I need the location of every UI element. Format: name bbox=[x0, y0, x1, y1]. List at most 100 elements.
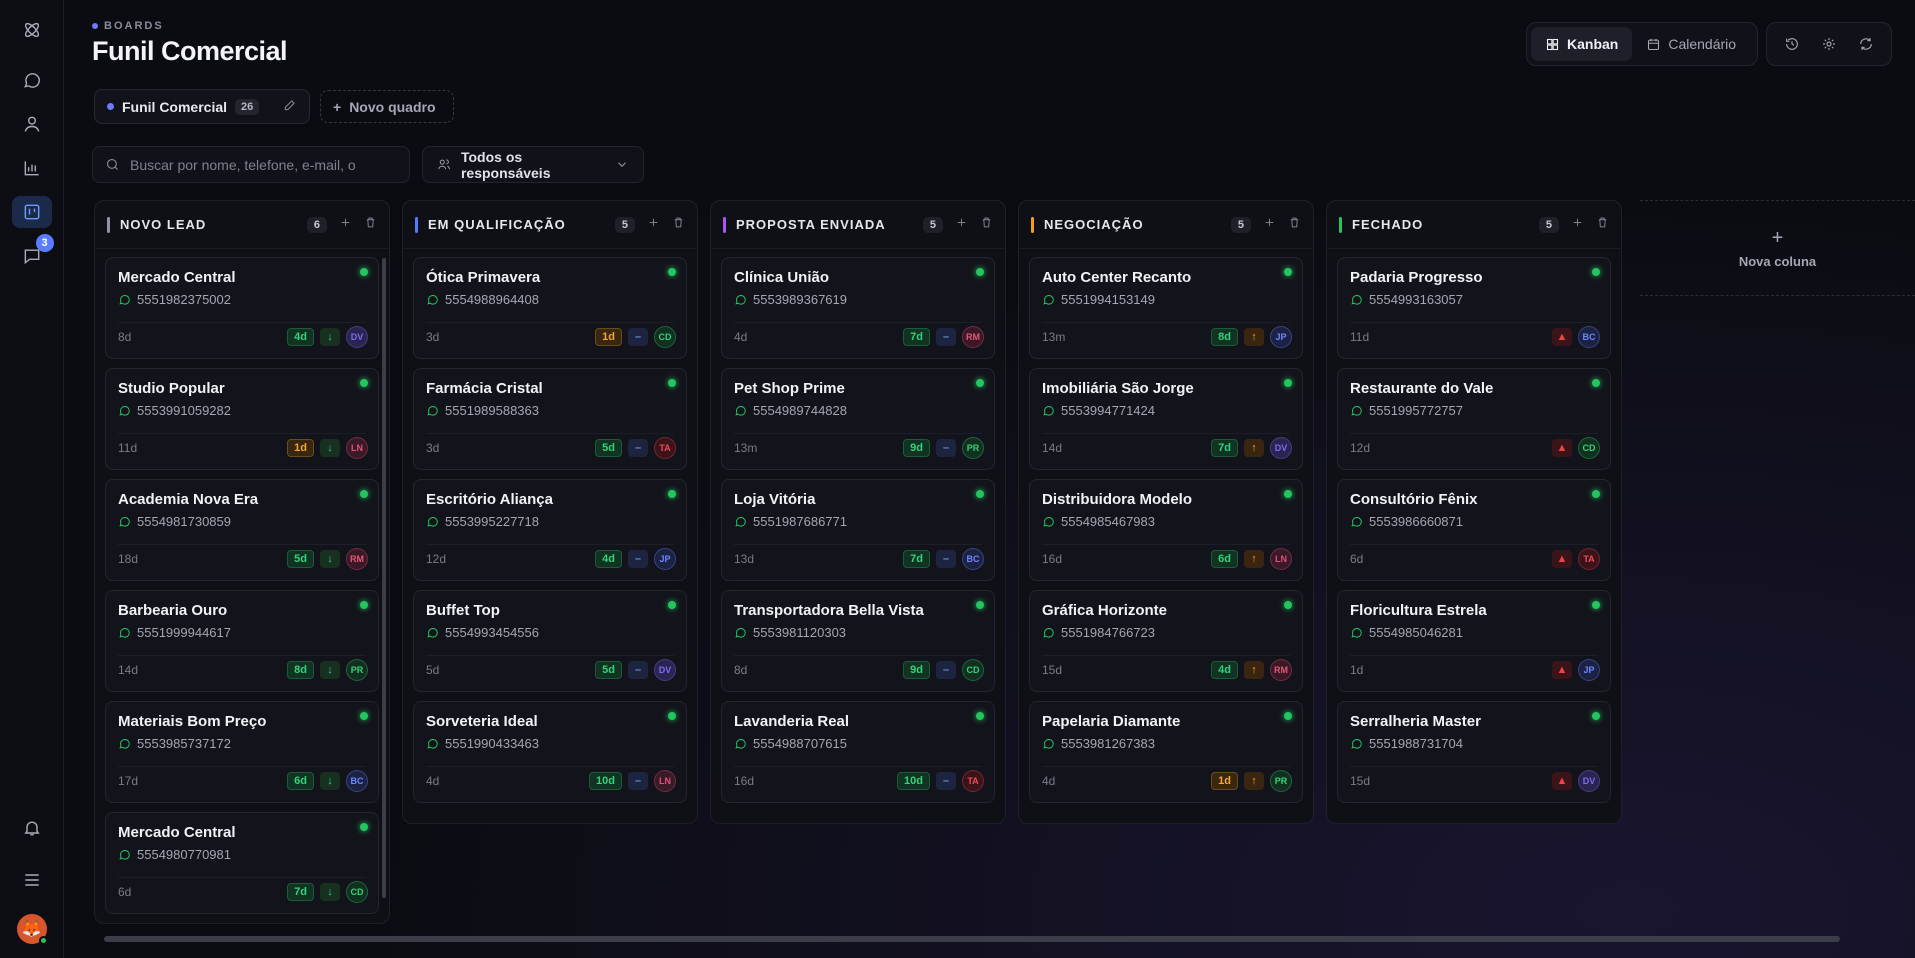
messages-icon[interactable]: 3 bbox=[12, 234, 54, 272]
gear-icon[interactable] bbox=[1813, 28, 1845, 60]
lead-card[interactable]: Mercado Central 5551982375002 8d 4d ↓ DV bbox=[105, 257, 379, 359]
trash-icon[interactable] bbox=[1596, 216, 1609, 234]
menu-icon[interactable] bbox=[12, 864, 52, 896]
lead-phone-number: 5554985467983 bbox=[1061, 514, 1155, 529]
card-footer: 11d ▲ BC bbox=[1350, 326, 1600, 348]
lead-card[interactable]: Transportadora Bella Vista 5553981120303… bbox=[721, 590, 995, 692]
lead-card[interactable]: Restaurante do Vale 5551995772757 12d ▲ … bbox=[1337, 368, 1611, 470]
lead-card[interactable]: Farmácia Cristal 5551989588363 3d 5d – T… bbox=[413, 368, 687, 470]
assignee-avatar[interactable]: CD bbox=[654, 326, 676, 348]
assignee-avatar[interactable]: TA bbox=[962, 770, 984, 792]
assignee-avatar[interactable]: RM bbox=[346, 548, 368, 570]
lead-card[interactable]: Mercado Central 5554980770981 6d 7d ↓ CD bbox=[105, 812, 379, 914]
assignee-avatar[interactable]: BC bbox=[346, 770, 368, 792]
lead-card[interactable]: Academia Nova Era 5554981730859 18d 5d ↓… bbox=[105, 479, 379, 581]
user-avatar[interactable]: 🦊 bbox=[16, 914, 48, 945]
assignee-avatar[interactable]: DV bbox=[654, 659, 676, 681]
trash-icon[interactable] bbox=[980, 216, 993, 234]
lead-card[interactable]: Buffet Top 5554993454556 5d 5d – DV bbox=[413, 590, 687, 692]
new-column-button[interactable]: + Nova coluna bbox=[1640, 200, 1915, 296]
days-in-stage-badge: 5d bbox=[595, 439, 622, 457]
responsible-filter[interactable]: Todos os responsáveis bbox=[422, 146, 644, 183]
assignee-avatar[interactable]: LN bbox=[1270, 548, 1292, 570]
history-icon[interactable] bbox=[1776, 28, 1808, 60]
assignee-avatar[interactable]: CD bbox=[962, 659, 984, 681]
lead-card[interactable]: Auto Center Recanto 5551994153149 13m 8d… bbox=[1029, 257, 1303, 359]
assignee-avatar[interactable]: CD bbox=[1578, 437, 1600, 459]
lead-card[interactable]: Materiais Bom Preço 5553985737172 17d 6d… bbox=[105, 701, 379, 803]
lead-card[interactable]: Loja Vitória 5551987686771 13d 7d – BC bbox=[721, 479, 995, 581]
view-calendar-button[interactable]: Calendário bbox=[1632, 27, 1750, 61]
lead-card[interactable]: Padaria Progresso 5554993163057 11d ▲ BC bbox=[1337, 257, 1611, 359]
add-card-icon[interactable] bbox=[955, 216, 968, 234]
card-divider bbox=[734, 544, 982, 545]
lead-card[interactable]: Imobiliária São Jorge 5553994771424 14d … bbox=[1029, 368, 1303, 470]
whatsapp-icon bbox=[119, 627, 130, 638]
assignee-avatar[interactable]: PR bbox=[962, 437, 984, 459]
lead-card[interactable]: Clínica União 5553989367619 4d 7d – RM bbox=[721, 257, 995, 359]
assignee-avatar[interactable]: JP bbox=[1270, 326, 1292, 348]
lead-card[interactable]: Escritório Aliança 5553995227718 12d 4d … bbox=[413, 479, 687, 581]
lead-card[interactable]: Pet Shop Prime 5554989744828 13m 9d – PR bbox=[721, 368, 995, 470]
assignee-avatar[interactable]: BC bbox=[962, 548, 984, 570]
assignee-avatar[interactable]: JP bbox=[654, 548, 676, 570]
lead-card[interactable]: Sorveteria Ideal 5551990433463 4d 10d – … bbox=[413, 701, 687, 803]
priority-med-icon: – bbox=[936, 661, 956, 679]
assignee-avatar[interactable]: TA bbox=[654, 437, 676, 459]
column-scrollbar[interactable] bbox=[382, 258, 386, 898]
refresh-icon[interactable] bbox=[1850, 28, 1882, 60]
assignee-avatar[interactable]: CD bbox=[346, 881, 368, 903]
assignee-avatar[interactable]: LN bbox=[654, 770, 676, 792]
kanban-icon[interactable] bbox=[11, 196, 52, 228]
card-divider bbox=[734, 433, 982, 434]
board-tab-funil-comercial[interactable]: Funil Comercial 26 bbox=[94, 89, 310, 124]
new-board-button[interactable]: + Novo quadro bbox=[320, 90, 454, 123]
add-card-icon[interactable] bbox=[339, 216, 352, 234]
lead-name: Consultório Fênix bbox=[1350, 491, 1478, 508]
lead-card[interactable]: Gráfica Horizonte 5551984766723 15d 4d ↑… bbox=[1029, 590, 1303, 692]
assignee-avatar[interactable]: DV bbox=[1578, 770, 1600, 792]
assignee-avatar[interactable]: RM bbox=[1270, 659, 1292, 681]
chat-icon[interactable] bbox=[12, 64, 52, 96]
online-status-icon bbox=[1592, 712, 1600, 720]
trash-icon[interactable] bbox=[1288, 216, 1301, 234]
card-list: Clínica União 5553989367619 4d 7d – RM P… bbox=[711, 249, 1005, 803]
card-divider bbox=[118, 544, 366, 545]
bell-icon[interactable] bbox=[12, 812, 52, 844]
add-card-icon[interactable] bbox=[1263, 216, 1276, 234]
lead-card[interactable]: Ótica Primavera 5554988964408 3d 1d – CD bbox=[413, 257, 687, 359]
assignee-avatar[interactable]: BC bbox=[1578, 326, 1600, 348]
chart-icon[interactable] bbox=[12, 152, 52, 184]
lead-card[interactable]: Barbearia Ouro 5551999944617 14d 8d ↓ PR bbox=[105, 590, 379, 692]
assignee-avatar[interactable]: PR bbox=[346, 659, 368, 681]
assignee-avatar[interactable]: PR bbox=[1270, 770, 1292, 792]
assignee-avatar[interactable]: RM bbox=[962, 326, 984, 348]
logo-icon[interactable] bbox=[12, 14, 52, 46]
assignee-avatar[interactable]: DV bbox=[346, 326, 368, 348]
board-scrollbar[interactable] bbox=[104, 936, 1840, 942]
assignee-avatar[interactable]: LN bbox=[346, 437, 368, 459]
lead-card[interactable]: Floricultura Estrela 5554985046281 1d ▲ … bbox=[1337, 590, 1611, 692]
priority-low-icon: ↓ bbox=[320, 661, 340, 679]
lead-phone-number: 5551995772757 bbox=[1369, 403, 1463, 418]
search-input[interactable] bbox=[130, 156, 397, 173]
trash-icon[interactable] bbox=[364, 216, 377, 234]
view-kanban-button[interactable]: Kanban bbox=[1531, 27, 1633, 61]
lead-card[interactable]: Serralheria Master 5551988731704 15d ▲ D… bbox=[1337, 701, 1611, 803]
pencil-icon[interactable] bbox=[283, 98, 297, 115]
lead-card[interactable]: Lavanderia Real 5554988707615 16d 10d – … bbox=[721, 701, 995, 803]
user-icon[interactable] bbox=[12, 108, 52, 140]
card-list: Mercado Central 5551982375002 8d 4d ↓ DV… bbox=[95, 249, 389, 914]
lead-card[interactable]: Consultório Fênix 5553986660871 6d ▲ TA bbox=[1337, 479, 1611, 581]
online-status-icon bbox=[1592, 490, 1600, 498]
lead-card[interactable]: Papelaria Diamante 5553981267383 4d 1d ↑… bbox=[1029, 701, 1303, 803]
lead-card[interactable]: Studio Popular 5553991059282 11d 1d ↓ LN bbox=[105, 368, 379, 470]
priority-urgent-icon: ▲ bbox=[1552, 661, 1572, 679]
assignee-avatar[interactable]: DV bbox=[1270, 437, 1292, 459]
add-card-icon[interactable] bbox=[647, 216, 660, 234]
assignee-avatar[interactable]: JP bbox=[1578, 659, 1600, 681]
lead-card[interactable]: Distribuidora Modelo 5554985467983 16d 6… bbox=[1029, 479, 1303, 581]
trash-icon[interactable] bbox=[672, 216, 685, 234]
add-card-icon[interactable] bbox=[1571, 216, 1584, 234]
assignee-avatar[interactable]: TA bbox=[1578, 548, 1600, 570]
